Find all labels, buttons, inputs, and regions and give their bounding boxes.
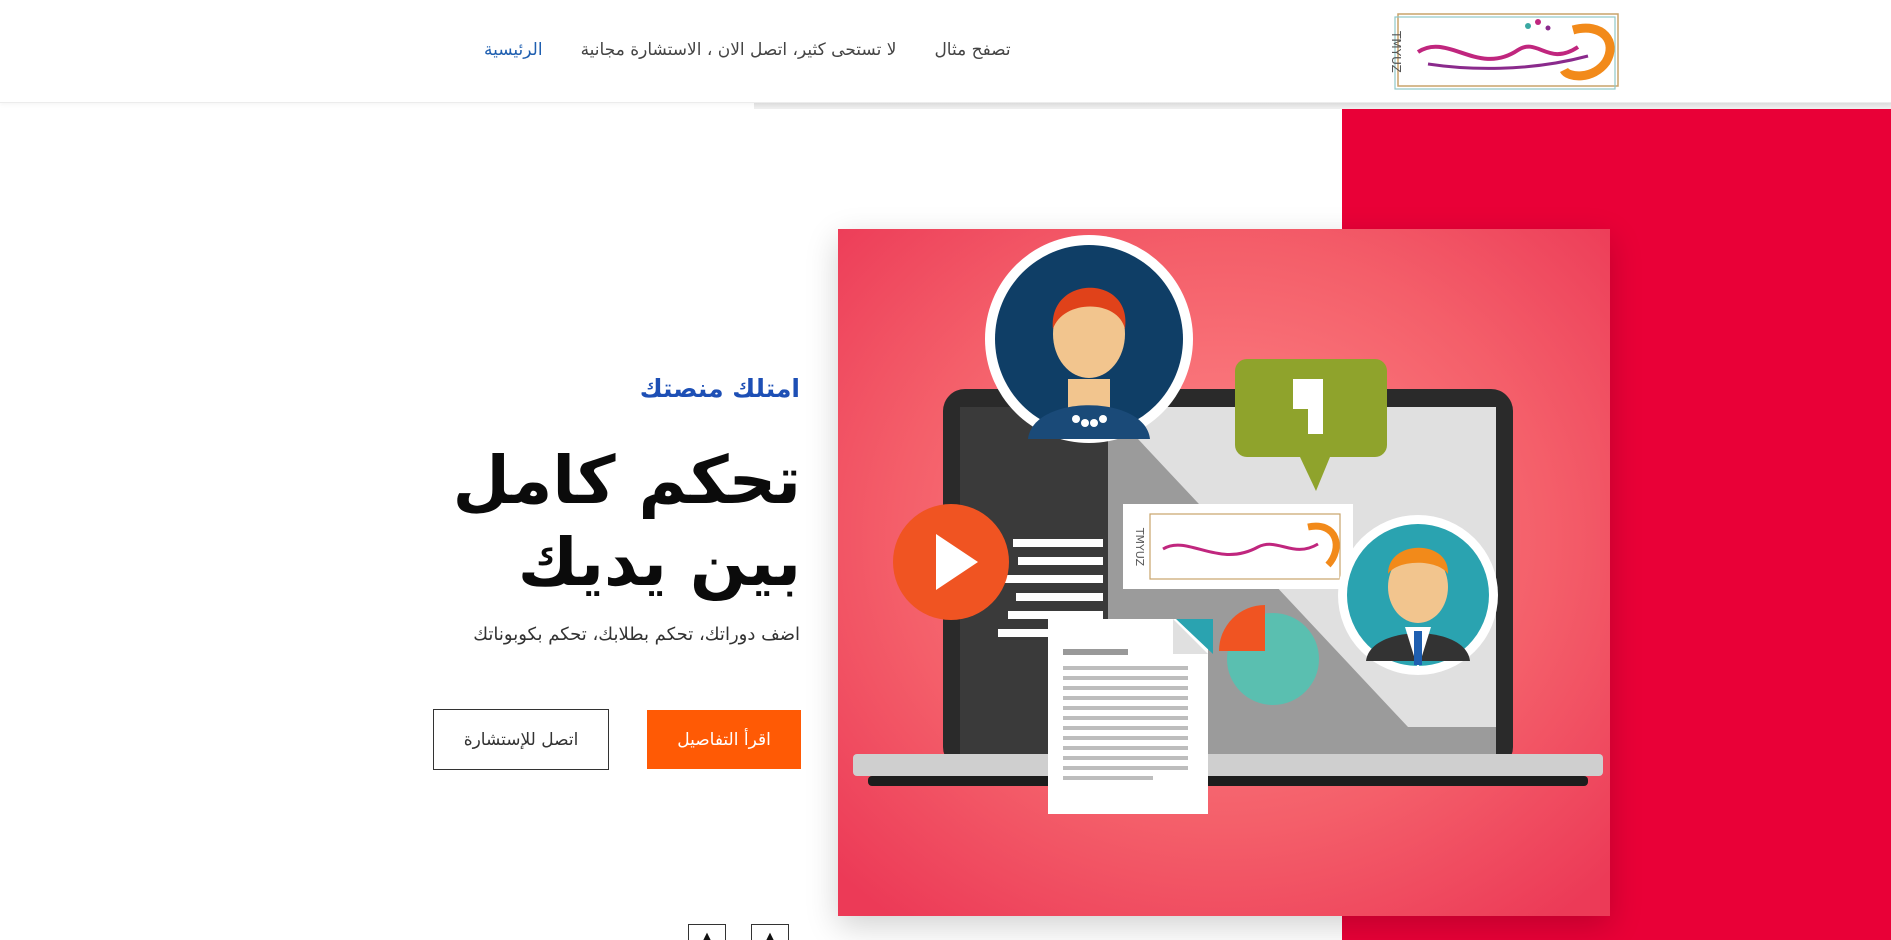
- tmyuz-logo-icon: TMYUZ: [1389, 13, 1619, 90]
- arrow-up-icon: ▲: [702, 930, 712, 940]
- site-logo[interactable]: TMYUZ: [1378, 12, 1623, 90]
- hero-subtext: اضف دوراتك، تحكم بطلابك، تحكم بكوبوناتك: [473, 624, 800, 645]
- contact-consultation-button[interactable]: اتصل للإستشارة: [433, 709, 609, 770]
- hero-illustration: TMYUZ: [838, 229, 1610, 916]
- online-learning-illustration-icon: TMYUZ: [838, 229, 1610, 916]
- hero-headline: تحكم كامل بين يديك: [453, 440, 801, 604]
- header-shadow-strip: [754, 103, 1891, 109]
- svg-text:TMYUZ: TMYUZ: [1133, 527, 1146, 567]
- read-details-button[interactable]: اقرأ التفاصيل: [647, 710, 801, 769]
- hero-headline-line1: تحكم كامل: [452, 442, 801, 519]
- hero-eyebrow: امتلك منصتك: [639, 374, 800, 403]
- arrow-up-icon: ▲: [765, 930, 775, 940]
- carousel-next-button[interactable]: ▲: [688, 924, 726, 940]
- nav-link-consultation[interactable]: لا تستحى كثير، اتصل الان ، الاستشارة مجا…: [581, 36, 897, 64]
- site-header: TMYUZ الرئيسية لا تستحى كثير، اتصل الان …: [0, 0, 1891, 103]
- carousel-prev-button[interactable]: ▲: [751, 924, 789, 940]
- main-nav: الرئيسية لا تستحى كثير، اتصل الان ، الاس…: [484, 36, 1011, 64]
- nav-link-browse-example[interactable]: تصفح مثال: [934, 36, 1010, 64]
- nav-link-home[interactable]: الرئيسية: [484, 36, 543, 64]
- carousel-controls: ▲ ▲: [688, 924, 789, 940]
- hero-headline-line2: بين يديك: [517, 524, 801, 601]
- svg-text:TMYUZ: TMYUZ: [1389, 30, 1403, 73]
